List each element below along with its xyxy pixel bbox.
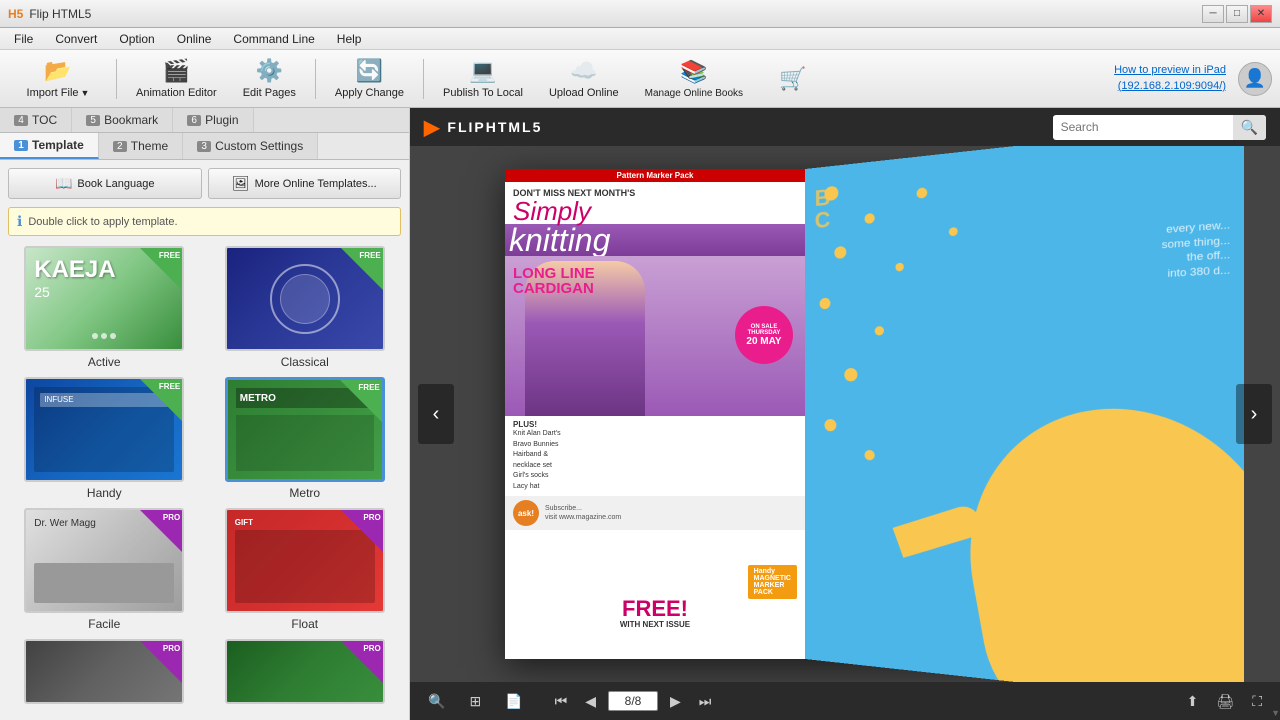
minimize-button[interactable]: ─ <box>1202 5 1224 23</box>
template-active[interactable]: KAEJA 25 FREE Active <box>8 246 201 369</box>
prev-page-button[interactable]: ‹ <box>418 384 454 444</box>
app-icon: H5 <box>8 7 23 21</box>
single-view-button[interactable]: 📄 <box>499 690 528 713</box>
templates-grid: KAEJA 25 FREE Active <box>8 246 401 704</box>
template-metro[interactable]: METRO FREE Metro <box>209 377 402 500</box>
more-templates-button[interactable]: 🖼 More Online Templates... <box>208 168 402 199</box>
apply-change-button[interactable]: 🔄 Apply Change <box>324 54 415 104</box>
toolbar-separator-3 <box>423 59 424 99</box>
upload-online-button[interactable]: ☁️ Upload Online <box>538 54 630 104</box>
info-bar: ℹ Double click to apply template. <box>8 207 401 236</box>
animation-editor-button[interactable]: 🎬 Animation Editor <box>125 54 228 104</box>
info-icon: ℹ <box>17 213 22 230</box>
template-facile[interactable]: Dr. Wer Magg PRO Facile <box>8 508 201 631</box>
menu-file[interactable]: File <box>4 30 43 48</box>
tabs-row-1: 4 TOC 5 Bookmark 6 Plugin <box>0 108 409 133</box>
templates-icon: 🖼 <box>232 175 250 192</box>
toolbar-separator-1 <box>116 59 117 99</box>
zoom-in-button[interactable]: 🔍 <box>422 690 451 713</box>
language-icon: 📖 <box>55 175 72 192</box>
first-page-button[interactable]: ⏮ <box>549 690 574 713</box>
tab-toc[interactable]: 4 TOC <box>0 108 72 132</box>
menu-convert[interactable]: Convert <box>45 30 107 48</box>
menu-command-line[interactable]: Command Line <box>223 30 324 48</box>
user-area: How to preview in iPad (192.168.2.109:90… <box>1114 62 1272 96</box>
search-button[interactable]: 🔍 <box>1233 115 1266 140</box>
manage-online-icon: 📚 <box>680 59 707 85</box>
tab-plugin[interactable]: 6 Plugin <box>173 108 253 132</box>
page-left: Pattern Marker Pack DON'T MISS NEXT MONT… <box>505 169 805 659</box>
import-file-button[interactable]: 📂 Import File ▼ <box>8 54 108 104</box>
manage-online-button[interactable]: 📚 Manage Online Books <box>634 54 754 104</box>
book-language-button[interactable]: 📖 Book Language <box>8 168 202 199</box>
action-buttons: 📖 Book Language 🖼 More Online Templates.… <box>0 160 409 207</box>
last-page-button[interactable]: ⏭ <box>693 690 718 713</box>
upload-online-icon: ☁️ <box>570 58 597 84</box>
prev-page-nav-button[interactable]: ◀ <box>579 690 602 713</box>
title-bar: H5 Flip HTML5 ─ □ ✕ <box>0 0 1280 28</box>
publish-local-button[interactable]: 💻 Publish To Local <box>432 54 534 104</box>
edit-pages-button[interactable]: ⚙️ Edit Pages <box>232 54 307 104</box>
cart-icon: 🛒 <box>779 66 806 92</box>
template-classical[interactable]: FREE Classical <box>209 246 402 369</box>
menu-online[interactable]: Online <box>167 30 222 48</box>
viewer-app-name: FLIPHTML5 <box>447 119 542 135</box>
animation-icon: 🎬 <box>163 58 190 84</box>
tab-template[interactable]: 1 Template <box>0 133 99 159</box>
template-extra2[interactable]: PRO <box>209 639 402 704</box>
tab-bookmark[interactable]: 5 Bookmark <box>72 108 173 132</box>
left-panel: 4 TOC 5 Bookmark 6 Plugin 1 Template 2 T… <box>0 108 410 720</box>
dropdown-arrow-icon: ▼ <box>81 88 90 98</box>
app-title: H5 Flip HTML5 <box>8 7 91 21</box>
publish-local-icon: 💻 <box>469 58 496 84</box>
viewer-header: ▶ FLIPHTML5 🔍 <box>410 108 1280 146</box>
menu-bar: File Convert Option Online Command Line … <box>0 28 1280 50</box>
edit-pages-icon: ⚙️ <box>256 58 283 84</box>
viewer-panel: ▶ FLIPHTML5 🔍 ‹ Pattern Marker Pack DON'… <box>410 108 1280 720</box>
ipad-link[interactable]: How to preview in iPad (192.168.2.109:90… <box>1114 63 1226 94</box>
fullscreen-button[interactable]: ⛶ <box>1246 690 1268 713</box>
main-content: 4 TOC 5 Bookmark 6 Plugin 1 Template 2 T… <box>0 108 1280 720</box>
template-extra1[interactable]: PRO <box>8 639 201 704</box>
book-spread: Pattern Marker Pack DON'T MISS NEXT MONT… <box>505 169 1185 659</box>
search-box: 🔍 <box>1053 115 1266 140</box>
toolbar-separator-2 <box>315 59 316 99</box>
dropdown-icon: ▼ <box>1271 708 1280 718</box>
page-right: BC every new...some thing...the off...in… <box>805 146 1244 682</box>
tab-custom-settings[interactable]: 3 Custom Settings <box>183 133 318 159</box>
maximize-button[interactable]: □ <box>1226 5 1248 23</box>
menu-help[interactable]: Help <box>327 30 372 48</box>
book-viewer: ‹ Pattern Marker Pack DON'T MISS NEXT MO… <box>410 146 1280 682</box>
tabs-row-2: 1 Template 2 Theme 3 Custom Settings <box>0 133 409 160</box>
viewer-logo-icon: ▶ <box>424 115 439 140</box>
avatar-icon: 👤 <box>1244 68 1266 89</box>
window-controls: ─ □ ✕ <box>1202 5 1272 23</box>
template-float[interactable]: GIFT PRO Float <box>209 508 402 631</box>
import-icon: 📂 <box>44 58 71 84</box>
apply-change-icon: 🔄 <box>356 58 383 84</box>
template-handy[interactable]: INFUSE FREE Handy <box>8 377 201 500</box>
close-button[interactable]: ✕ <box>1250 5 1272 23</box>
cart-button[interactable]: 🛒 <box>758 54 828 104</box>
user-avatar[interactable]: 👤 ▼ <box>1238 62 1272 96</box>
tab-theme[interactable]: 2 Theme <box>99 133 183 159</box>
share-button[interactable]: ⬆ <box>1181 690 1205 713</box>
toolbar: 📂 Import File ▼ 🎬 Animation Editor ⚙️ Ed… <box>0 50 1280 108</box>
templates-area: KAEJA 25 FREE Active <box>0 242 409 720</box>
next-page-button[interactable]: › <box>1236 384 1272 444</box>
print-button[interactable]: 🖨 <box>1210 690 1240 713</box>
search-input[interactable] <box>1053 116 1233 138</box>
viewer-bottom-bar: 🔍 ⊞ 📄 ⏮ ◀ 8/8 ▶ ⏭ ⬆ 🖨 ⛶ <box>410 682 1280 720</box>
grid-view-button[interactable]: ⊞ <box>463 690 487 713</box>
menu-option[interactable]: Option <box>109 30 164 48</box>
next-page-nav-button[interactable]: ▶ <box>664 690 687 713</box>
page-indicator[interactable]: 8/8 <box>608 691 658 711</box>
